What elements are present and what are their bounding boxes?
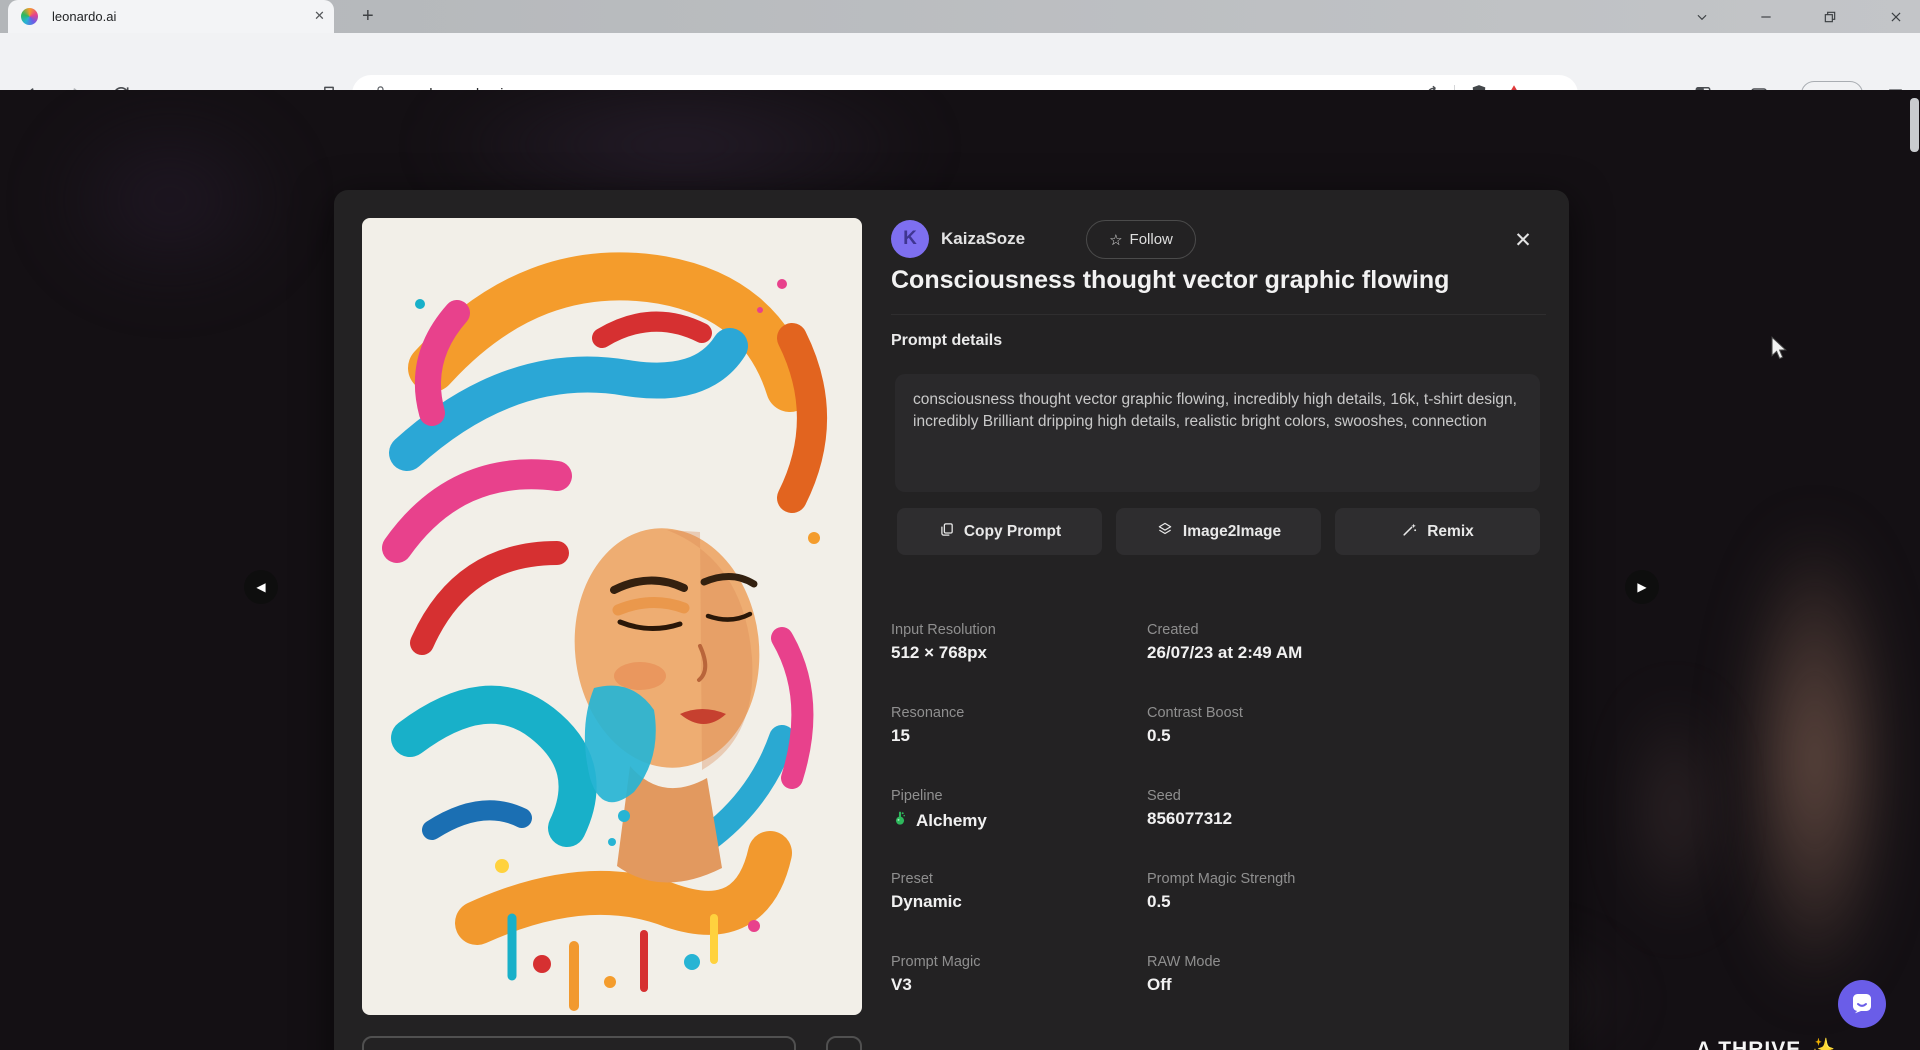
watermark-label: A THRIVE (1696, 1038, 1801, 1050)
detail-cell: Contrast Boost 0.5 (1147, 705, 1546, 788)
detail-label: Seed (1147, 788, 1546, 804)
detail-value: Dynamic (891, 892, 962, 912)
support-chat-button[interactable] (1838, 980, 1886, 1028)
divider (891, 314, 1546, 315)
layers-icon (1156, 520, 1174, 543)
arrow-left-icon: ◀ (256, 580, 265, 594)
prompt-action-buttons: Copy Prompt Image2Image Remix (897, 508, 1540, 555)
detail-label: Input Resolution (891, 622, 1147, 638)
detail-value: 15 (891, 726, 910, 746)
generated-artwork-image[interactable] (362, 218, 862, 1015)
author-name[interactable]: KaizaSoze (941, 229, 1025, 249)
detail-value: V3 (891, 975, 912, 995)
detail-value: 0.5 (1147, 892, 1171, 912)
next-image-button[interactable]: ▶ (1625, 570, 1659, 604)
browser-toolbar: app.leonardo.ai (0, 33, 1920, 90)
detail-label: Prompt Magic Strength (1147, 871, 1546, 887)
detail-cell: Prompt Magic V3 (891, 954, 1147, 1037)
screen: leonardo.ai ✕ + (0, 0, 1920, 1050)
detail-cell: Input Resolution 512 × 768px (891, 622, 1147, 705)
detail-label: Preset (891, 871, 1147, 887)
image2image-label: Image2Image (1183, 523, 1281, 541)
sparkle-icon: ✨ (1809, 1038, 1836, 1050)
avatar-initial: K (903, 228, 917, 250)
star-icon: ☆ (1109, 231, 1122, 249)
detail-value: 856077312 (1147, 809, 1232, 829)
detail-cell: Seed 856077312 (1147, 788, 1546, 871)
modal-close-icon[interactable]: ✕ (1508, 225, 1538, 255)
detail-cell: Created 26/07/23 at 2:49 AM (1147, 622, 1546, 705)
chat-bubble-icon (1849, 991, 1875, 1017)
detail-value: 26/07/23 at 2:49 AM (1147, 643, 1302, 663)
detail-cell: Preset Dynamic (891, 871, 1147, 954)
copy-prompt-button[interactable]: Copy Prompt (897, 508, 1102, 555)
detail-cell: Prompt Magic Strength 0.5 (1147, 871, 1546, 954)
background-blur-blob (1630, 690, 1720, 930)
browser-tab[interactable]: leonardo.ai ✕ (8, 0, 334, 33)
image2image-button[interactable]: Image2Image (1116, 508, 1321, 555)
detail-value: 512 × 768px (891, 643, 987, 663)
follow-label: Follow (1130, 231, 1173, 248)
detail-label: Created (1147, 622, 1546, 638)
leonardo-page-background: K KaizaSoze ☆ Follow ✕ Consciousness tho… (0, 90, 1920, 1050)
browser-titlebar: leonardo.ai ✕ + (0, 0, 1920, 33)
remix-button[interactable]: Remix (1335, 508, 1540, 555)
generation-title: Consciousness thought vector graphic flo… (891, 266, 1551, 295)
generation-detail-modal: K KaizaSoze ☆ Follow ✕ Consciousness tho… (334, 190, 1569, 1050)
wand-icon (1401, 521, 1418, 543)
bottom-strip-placeholder[interactable] (362, 1036, 796, 1050)
window-menu-chevron-icon[interactable] (1688, 6, 1716, 28)
background-blur-blob (40, 100, 300, 300)
detail-label: RAW Mode (1147, 954, 1546, 970)
prompt-details-heading: Prompt details (891, 332, 1002, 350)
generation-details-grid: Input Resolution 512 × 768px Created 26/… (891, 622, 1546, 1037)
alchemy-flask-icon (891, 809, 909, 832)
restore-button[interactable] (1816, 6, 1844, 28)
detail-label: Prompt Magic (891, 954, 1147, 970)
close-window-button[interactable] (1882, 6, 1910, 28)
artwork-illustration (362, 218, 862, 1015)
detail-cell: Resonance 15 (891, 705, 1147, 788)
tab-close-icon[interactable]: ✕ (314, 8, 325, 24)
follow-button[interactable]: ☆ Follow (1086, 220, 1196, 259)
prompt-text: consciousness thought vector graphic flo… (913, 391, 1517, 430)
page-scrollbar-thumb[interactable] (1910, 98, 1919, 152)
detail-cell: RAW Mode Off (1147, 954, 1546, 1037)
detail-value: Alchemy (916, 811, 987, 831)
new-tab-button[interactable]: + (362, 5, 374, 27)
copy-prompt-label: Copy Prompt (964, 523, 1061, 541)
detail-label: Resonance (891, 705, 1147, 721)
minimize-button[interactable] (1752, 6, 1780, 28)
leonardo-favicon-icon (21, 8, 38, 25)
tab-title: leonardo.ai (52, 9, 116, 24)
previous-image-button[interactable]: ◀ (244, 570, 278, 604)
copy-icon (938, 521, 955, 543)
detail-cell: Pipeline Alchemy (891, 788, 1147, 871)
detail-value: 0.5 (1147, 726, 1171, 746)
detail-label: Contrast Boost (1147, 705, 1546, 721)
detail-label: Pipeline (891, 788, 1147, 804)
detail-value: Off (1147, 975, 1172, 995)
remix-label: Remix (1427, 523, 1474, 541)
bottom-strip-button[interactable] (826, 1036, 862, 1050)
prompt-text-box[interactable]: consciousness thought vector graphic flo… (895, 374, 1540, 492)
avatar[interactable]: K (891, 220, 929, 258)
arrow-right-icon: ▶ (1637, 580, 1646, 594)
background-blur-blob (1740, 520, 1890, 1000)
watermark-text: A THRIVE ✨ (1696, 1038, 1836, 1050)
